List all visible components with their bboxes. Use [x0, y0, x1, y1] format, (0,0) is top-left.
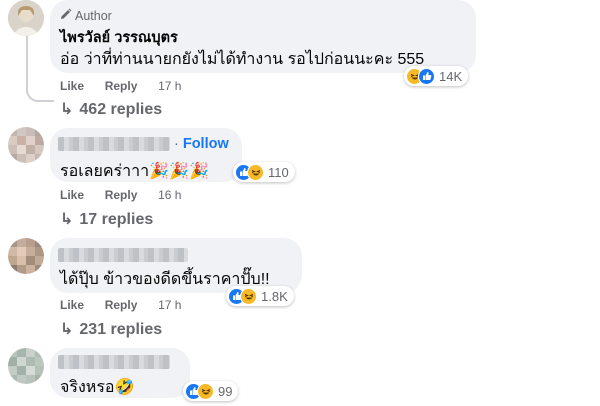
comment-actions: Like Reply 17 h	[60, 79, 181, 93]
follow-button-wrap: · Follow	[174, 136, 229, 152]
avatar[interactable]	[8, 348, 44, 384]
like-button[interactable]: Like	[60, 188, 84, 202]
comment-text: รอเลยคร่าาา🎉🎉🎉	[60, 163, 209, 180]
avatar-image	[8, 0, 44, 36]
haha-reaction-icon	[240, 287, 257, 305]
reply-button[interactable]: Reply	[105, 298, 138, 312]
replies-count: 17 replies	[79, 211, 154, 228]
reaction-count: 99	[218, 383, 233, 399]
replies-count: 231 replies	[79, 321, 163, 338]
comment-timestamp[interactable]: 16 h	[158, 188, 181, 202]
like-reaction-icon	[418, 67, 435, 85]
blurred-avatar-image	[8, 238, 44, 274]
reply-arrow-icon: ↳	[60, 211, 74, 228]
reaction-summary[interactable]: 1.8K	[226, 286, 294, 306]
reaction-summary[interactable]: 14K	[404, 66, 469, 86]
comment-actions: Like Reply 17 h	[60, 298, 181, 312]
reply-button[interactable]: Reply	[105, 79, 138, 93]
comment-bubble: · Follow รอเลยคร่าาา🎉🎉🎉	[50, 128, 242, 182]
commenter-name[interactable]: ไพรวัลย์ วรรณบุตร	[60, 26, 178, 49]
comment-text: อ่อ ว่าที่ท่านนายกยังไม่ได้ทำงาน รอไปก่อ…	[60, 51, 425, 68]
avatar[interactable]	[8, 127, 44, 163]
blurred-avatar-image	[8, 127, 44, 163]
like-button[interactable]: Like	[60, 79, 84, 93]
author-badge: Author	[60, 8, 112, 23]
reaction-count: 14K	[439, 68, 463, 84]
comment-bubble: ได้ปุ๊บ ข้าวของดีดขึ้นราคาปั๊บ!!	[50, 238, 302, 293]
comment-text: จริงหรอ🤣	[60, 379, 135, 396]
reply-button[interactable]: Reply	[105, 188, 138, 202]
dot-separator: ·	[174, 136, 179, 152]
reaction-summary[interactable]: 110	[233, 162, 295, 182]
haha-reaction-icon	[247, 163, 264, 181]
blurred-commenter-name	[58, 137, 170, 151]
reply-arrow-icon: ↳	[60, 101, 74, 118]
blurred-commenter-name	[58, 355, 170, 369]
comment-bubble: จริงหรอ🤣	[50, 348, 190, 398]
reaction-count: 110	[268, 164, 289, 180]
reaction-count: 1.8K	[261, 288, 288, 304]
view-replies-link[interactable]: ↳ 462 replies	[60, 99, 162, 119]
comment-timestamp[interactable]: 17 h	[158, 79, 181, 93]
follow-button[interactable]: Follow	[183, 136, 229, 152]
comment-actions: Like Reply 16 h	[60, 188, 181, 202]
like-button[interactable]: Like	[60, 298, 84, 312]
replies-count: 462 replies	[79, 101, 163, 118]
reaction-summary[interactable]: 99	[183, 381, 239, 401]
comment-timestamp[interactable]: 17 h	[158, 298, 181, 312]
blurred-commenter-name	[58, 248, 188, 262]
avatar[interactable]	[8, 0, 44, 36]
avatar[interactable]	[8, 238, 44, 274]
author-badge-label: Author	[75, 8, 112, 23]
blurred-avatar-image	[8, 348, 44, 384]
pencil-icon	[60, 8, 72, 23]
reply-arrow-icon: ↳	[60, 321, 74, 338]
haha-reaction-icon	[197, 382, 214, 400]
view-replies-link[interactable]: ↳ 231 replies	[60, 319, 162, 339]
comment-bubble: Author ไพรวัลย์ วรรณบุตร อ่อ ว่าที่ท่านน…	[50, 0, 476, 73]
view-replies-link[interactable]: ↳ 17 replies	[60, 209, 153, 229]
